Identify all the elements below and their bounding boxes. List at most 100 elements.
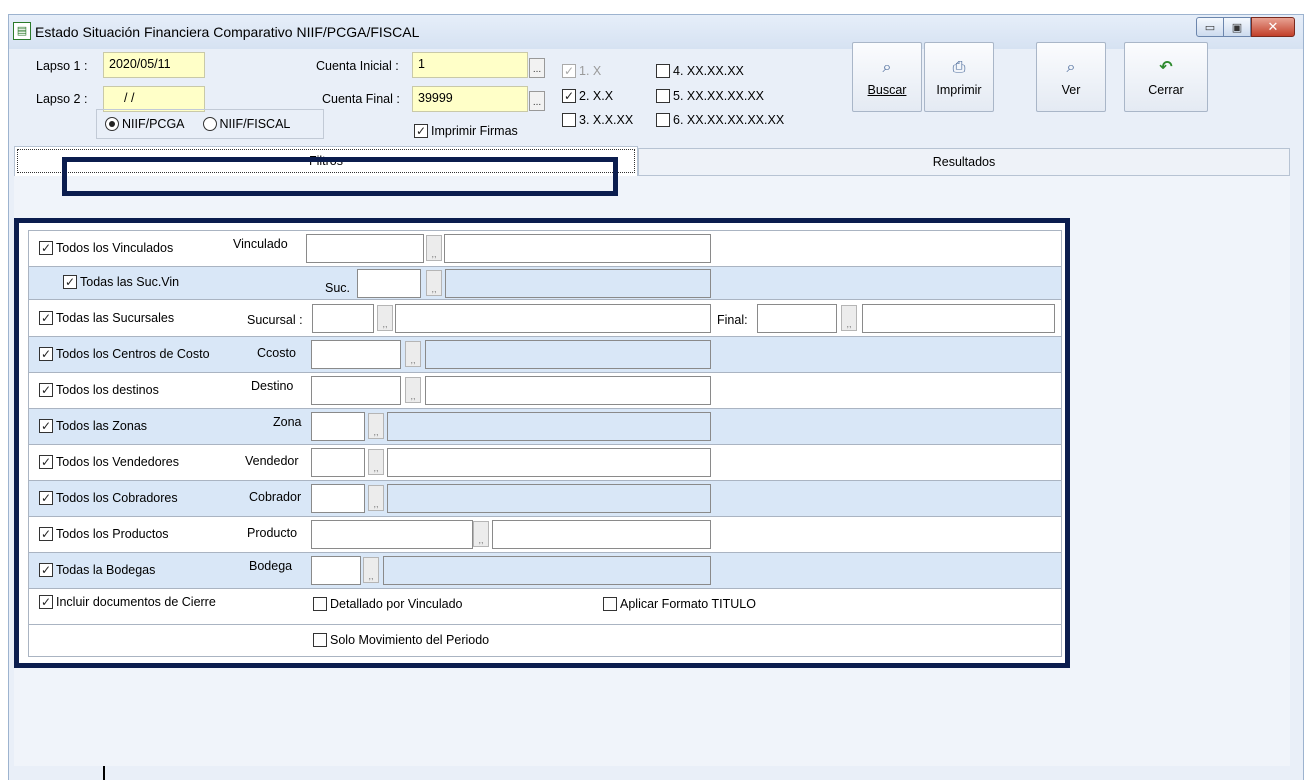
bodega-name-field[interactable] [383,556,711,585]
ver-button[interactable]: ⌕ Ver [1036,42,1106,112]
radio-niif-fiscal[interactable]: NIIF/FISCAL [202,117,290,131]
sucursal-lookup-button[interactable]: ,, [377,305,393,331]
tab-filtros[interactable]: Filtros [14,146,638,176]
todas-sucursales-label: Todas las Sucursales [56,311,175,325]
tab-resultados-label: Resultados [932,155,996,169]
solo-movimiento-checkbox[interactable]: Solo Movimiento del Periodo [313,633,489,647]
todos-centros-checkbox[interactable]: ✓ Todos los Centros de Costo [39,347,210,361]
producto-label: Producto [247,526,298,540]
sucursal-final-code-field[interactable] [757,304,837,333]
bodega-code-field[interactable] [311,556,361,585]
suc-name-field[interactable] [445,269,711,298]
cuenta-final-field[interactable]: 39999 [412,86,528,112]
sucursal-code-field[interactable] [312,304,374,333]
todos-productos-checkbox[interactable]: ✓ Todos los Productos [39,527,169,541]
window-controls: ▭ ▣ ✕ [1196,17,1295,39]
vinculado-code-field[interactable] [306,234,424,263]
incluir-cierre-checkbox[interactable]: ✓ Incluir documentos de Cierre [39,595,216,609]
cuenta-final-lookup-button[interactable]: ... [529,91,545,111]
tab-strip: Filtros Resultados [14,146,1290,176]
vendedor-lookup-button[interactable]: ,, [368,449,384,475]
level-6-label: 6. XX.XX.XX.XX.XX [673,113,785,127]
sucursal-final-name-field[interactable] [862,304,1055,333]
window-title: Estado Situación Financiera Comparativo … [35,24,420,40]
imprimir-label: Imprimir [936,83,982,97]
imprimir-firmas-label: Imprimir Firmas [431,124,518,138]
producto-name-field[interactable] [492,520,711,549]
cobrador-name-field[interactable] [387,484,711,513]
imprimir-button[interactable]: ⎙ Imprimir [924,42,994,112]
todas-suc-vin-checkbox[interactable]: ✓ Todas las Suc.Vin [63,275,179,289]
zona-lookup-button[interactable]: ,, [368,413,384,439]
producto-code-field[interactable] [311,520,473,549]
todos-cobradores-label: Todos los Cobradores [56,491,178,505]
todas-sucursales-checkbox[interactable]: ✓ Todas las Sucursales [39,311,174,325]
todos-destinos-checkbox[interactable]: ✓ Todos los destinos [39,383,159,397]
destino-name-field[interactable] [425,376,711,405]
maximize-button[interactable]: ▣ [1224,17,1251,37]
sucursal-final-lookup-button[interactable]: ,, [841,305,857,331]
todos-zonas-checkbox[interactable]: ✓ Todos las Zonas [39,419,147,433]
todas-bodegas-label: Todas la Bodegas [56,563,156,577]
vinculado-name-field[interactable] [444,234,711,263]
ccosto-name-field[interactable] [425,340,711,369]
level-6-checkbox[interactable]: 6. XX.XX.XX.XX.XX [656,113,784,127]
imprimir-firmas-checkbox[interactable]: ✓ Imprimir Firmas [414,124,518,138]
cuenta-inicial-lookup-button[interactable]: ... [529,58,545,78]
radio-niif-pcga[interactable]: NIIF/PCGA [105,117,185,131]
suc-code-field[interactable] [357,269,421,298]
todos-vendedores-label: Todos los Vendedores [56,455,180,469]
sucursal-label: Sucursal : [247,313,303,327]
level-5-checkbox[interactable]: 5. XX.XX.XX.XX [656,89,764,103]
cerrar-button[interactable]: ↶ Cerrar [1124,42,1208,112]
level-3-checkbox[interactable]: 3. X.X.XX [562,113,633,127]
todos-centros-label: Todos los Centros de Costo [56,347,210,361]
vinculado-label: Vinculado [233,237,288,251]
zona-name-field[interactable] [387,412,711,441]
lapso1-field[interactable]: 2020/05/11 [103,52,205,78]
todos-destinos-label: Todos los destinos [56,383,159,397]
detallado-vinculado-checkbox[interactable]: Detallado por Vinculado [313,597,463,611]
checkbox-empty-icon [656,113,670,127]
todos-cobradores-checkbox[interactable]: ✓ Todos los Cobradores [39,491,178,505]
checkbox-checked-icon: ✓ [39,595,53,609]
aplicar-formato-titulo-checkbox[interactable]: Aplicar Formato TITULO [603,597,756,611]
minimize-button[interactable]: ▭ [1196,17,1224,37]
todos-vinculados-checkbox[interactable]: ✓ Todos los Vinculados [39,241,173,255]
checkbox-checked-icon: ✓ [39,347,53,361]
destino-label: Destino [251,379,294,393]
destino-code-field[interactable] [311,376,401,405]
checkbox-empty-icon [562,113,576,127]
destino-lookup-button[interactable]: ,, [405,377,421,403]
ccosto-code-field[interactable] [311,340,401,369]
vendedor-name-field[interactable] [387,448,711,477]
checkbox-checked-icon: ✓ [414,124,428,138]
level-4-label: 4. XX.XX.XX [673,64,744,78]
level-3-label: 3. X.X.XX [579,113,634,127]
tab-resultados[interactable]: Resultados [638,148,1290,176]
todas-bodegas-checkbox[interactable]: ✓ Todas la Bodegas [39,563,155,577]
close-button[interactable]: ✕ [1251,17,1295,37]
cobrador-lookup-button[interactable]: ,, [368,485,384,511]
level-1-checkbox[interactable]: ✓ 1. X [562,64,601,78]
row-bodegas: ✓ Todas la Bodegas Bodega ,, [29,553,1061,589]
vendedor-code-field[interactable] [311,448,365,477]
suc-lookup-button[interactable]: ,, [426,270,442,296]
todos-vendedores-checkbox[interactable]: ✓ Todos los Vendedores [39,455,179,469]
cuenta-inicial-field[interactable]: 1 [412,52,528,78]
buscar-label: Buscar [867,83,907,97]
row-vinculados: ✓ Todos los Vinculados Vinculado ,, [29,231,1061,267]
vinculado-lookup-button[interactable]: ,, [426,235,442,261]
checkbox-checked-icon: ✓ [63,275,77,289]
level-4-checkbox[interactable]: 4. XX.XX.XX [656,64,744,78]
zona-code-field[interactable] [311,412,365,441]
solo-movimiento-label: Solo Movimiento del Periodo [330,633,490,647]
producto-lookup-button[interactable]: ,, [473,521,489,547]
cobrador-code-field[interactable] [311,484,365,513]
level-2-checkbox[interactable]: ✓ 2. X.X [562,89,613,103]
ccosto-lookup-button[interactable]: ,, [405,341,421,367]
todos-productos-label: Todos los Productos [56,527,169,541]
bodega-lookup-button[interactable]: ,, [363,557,379,583]
sucursal-name-field[interactable] [395,304,711,333]
buscar-button[interactable]: ⌕ Buscar [852,42,922,112]
